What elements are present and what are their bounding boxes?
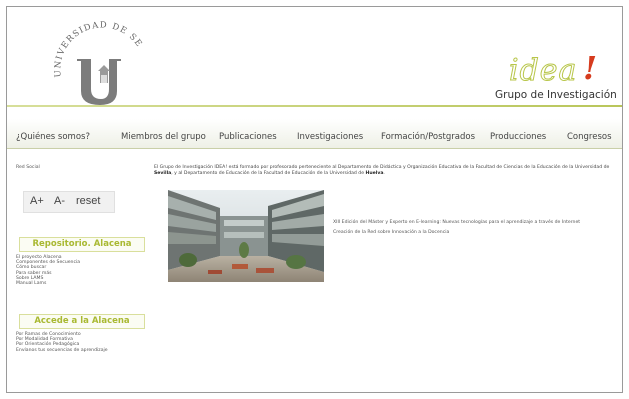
font-decrease-button[interactable]: A- [54,195,65,207]
seal-text: UNIVERSIDAD DE SEVILLA [51,15,143,78]
idea-logo-exclamation: ! [583,49,598,87]
news-item-red[interactable]: Creación de la Red sobre Innovación a la… [333,230,449,235]
list-item[interactable]: Envíanos tus secuencias de aprendizaje [16,348,108,353]
idea-logo-word: idea [508,53,578,89]
intro-paragraph: El Grupo de Investigación IDEA! está for… [154,165,622,177]
accede-links: Por Ramas de Conocimiento Por Modalidad … [16,332,108,353]
nav-producciones[interactable]: Producciones [490,132,546,142]
intro-text: , y al Departamento de Educación de la F… [171,171,366,176]
list-item[interactable]: Manual Lams [16,281,80,286]
accede-heading: Accede a la Alacena [19,314,145,329]
repositorio-links: El proyecto Alacena Componentes de Secue… [16,255,80,286]
font-increase-button[interactable]: A+ [30,195,44,207]
nav-formacion[interactable]: Formación/Postgrados [381,132,475,142]
svg-text:UNIVERSIDAD DE SEVILLA: UNIVERSIDAD DE SEVILLA [51,15,144,78]
news-item-master[interactable]: XIII Edición del Máster y Experto en E-l… [333,220,580,225]
header-divider [7,105,622,107]
main-navigation: ¿Quiénes somos? Miembros del grupo Publi… [7,119,622,149]
university-seal-logo[interactable]: UNIVERSIDAD DE SEVILLA [51,15,151,107]
font-size-tools: A+ A- reset [23,191,115,213]
intro-text: Universidad de [574,165,610,170]
repositorio-heading: Repositorio. Alacena [19,237,145,252]
huelva-link[interactable]: Huelva [366,171,384,176]
building-photo [168,190,324,282]
nav-quienes-somos[interactable]: ¿Quiénes somos? [16,132,90,142]
intro-text: El Grupo de Investigación IDEA! está for… [154,165,574,170]
intro-text: . [383,171,385,176]
nav-investigaciones[interactable]: Investigaciones [297,132,363,142]
font-reset-button[interactable]: reset [76,195,100,207]
nav-congresos[interactable]: Congresos [567,132,612,142]
red-social-link[interactable]: Red Social [16,165,40,170]
nav-miembros[interactable]: Miembros del grupo [121,132,206,142]
group-subtitle: Grupo de Investigación [495,89,617,101]
sevilla-link[interactable]: Sevilla [154,171,171,176]
browser-page: UNIVERSIDAD DE SEVILLA idea ! Grupo de I… [6,6,623,393]
nav-publicaciones[interactable]: Publicaciones [219,132,277,142]
idea-group-logo[interactable]: idea ! Grupo de Investigación [487,49,619,105]
site-header: UNIVERSIDAD DE SEVILLA idea ! Grupo de I… [7,7,622,110]
